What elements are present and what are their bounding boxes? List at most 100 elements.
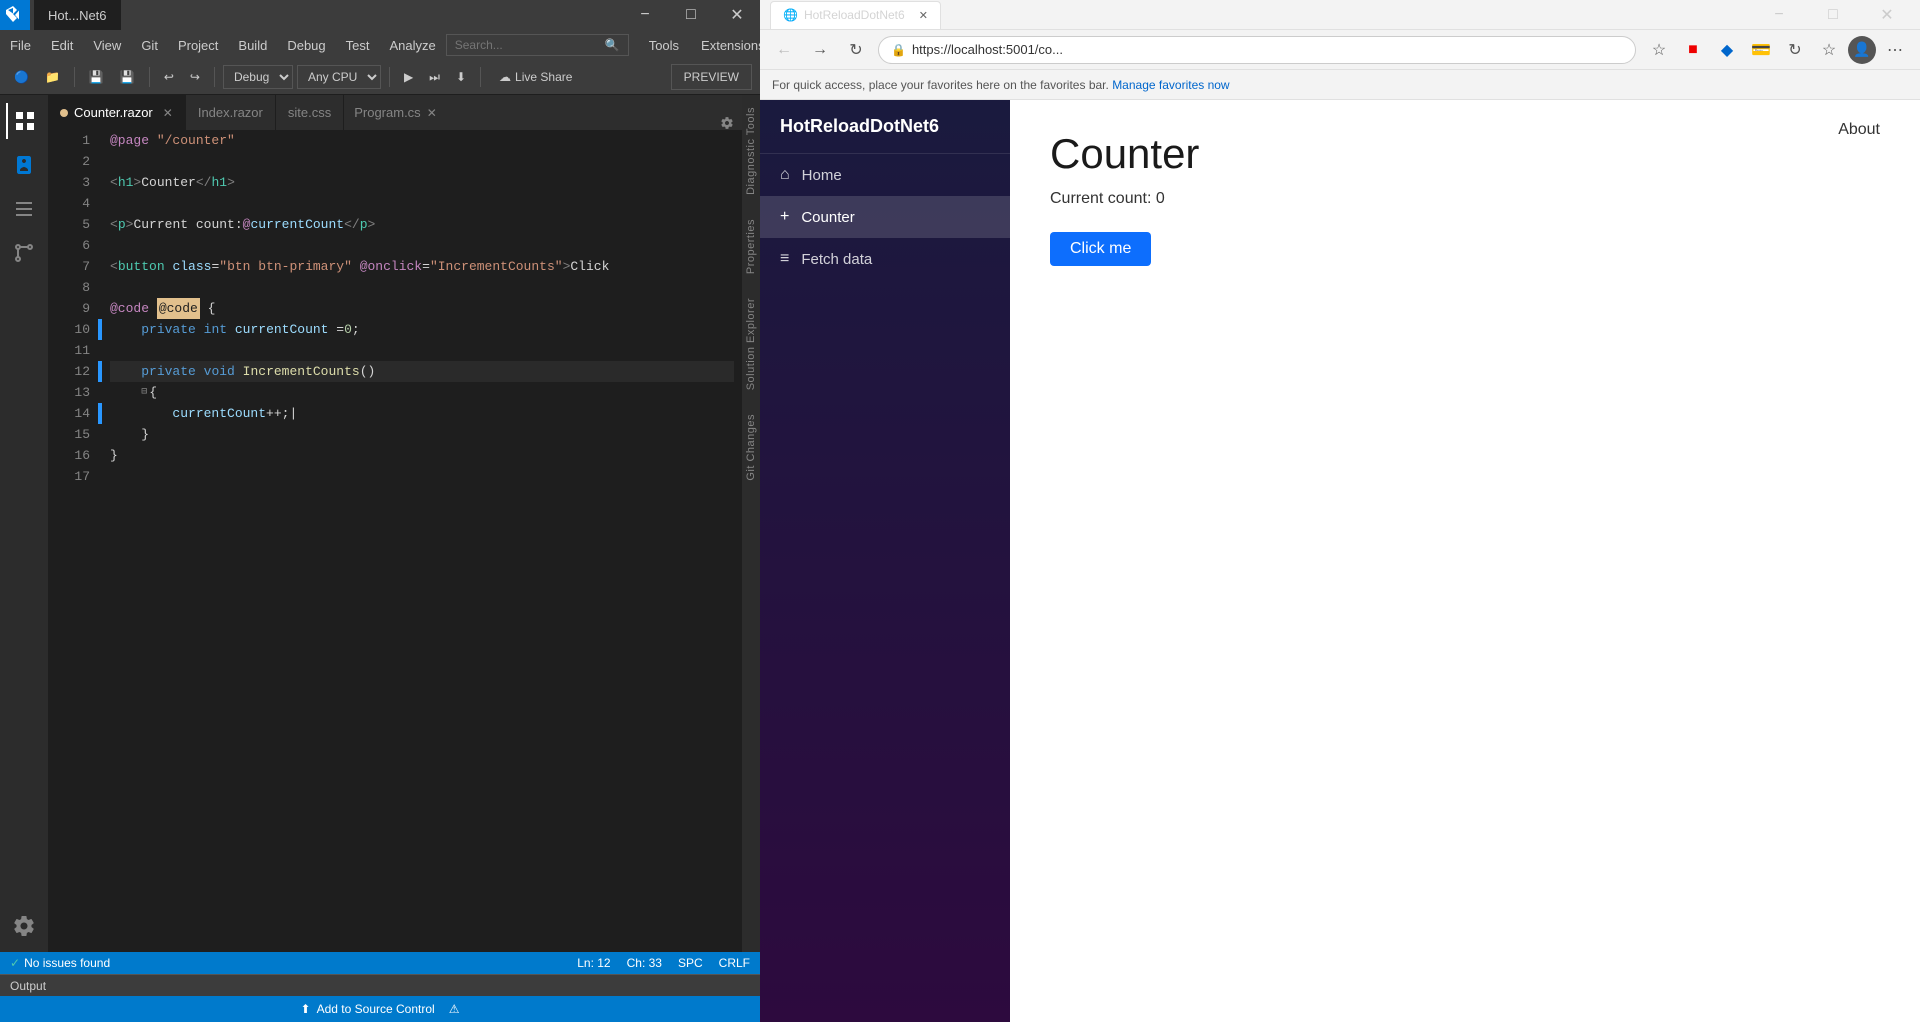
check-icon: ✓ bbox=[10, 956, 20, 970]
tab-label: Index.razor bbox=[198, 105, 263, 120]
browser-active-tab[interactable]: 🌐 HotReloadDotNet6 ✕ bbox=[770, 1, 941, 29]
wallet-button[interactable]: 💳 bbox=[1746, 35, 1776, 65]
save-all-button[interactable]: 💾 bbox=[114, 63, 141, 91]
code-editor[interactable]: 12345 678910 1112131415 1617 bbox=[48, 130, 742, 952]
menu-bar: File Edit View Git Project Build Debug T… bbox=[0, 30, 760, 60]
menu-project[interactable]: Project bbox=[168, 30, 228, 60]
line-number-status: Ln: 12 bbox=[577, 956, 610, 970]
source-control-icon: ⬆ bbox=[301, 1002, 311, 1016]
tab-site-css[interactable]: site.css bbox=[276, 95, 344, 130]
solution-explorer-panel[interactable]: Solution Explorer bbox=[743, 286, 759, 402]
close-tab-counter[interactable]: ✕ bbox=[163, 106, 173, 120]
close-tab-extra[interactable]: ✕ bbox=[427, 106, 437, 120]
toolbar-sep-5 bbox=[480, 67, 481, 87]
activity-extensions[interactable] bbox=[6, 147, 42, 183]
search-input[interactable] bbox=[455, 38, 605, 52]
diagnostic-tools-panel[interactable]: Diagnostic Tools bbox=[743, 95, 759, 207]
vs-minimize-button[interactable]: − bbox=[622, 0, 668, 30]
browser-tab-close[interactable]: ✕ bbox=[919, 9, 928, 22]
code-line-16: } bbox=[110, 445, 734, 466]
code-line-11 bbox=[110, 340, 734, 361]
click-me-button[interactable]: Click me bbox=[1050, 232, 1151, 266]
tab-label: site.css bbox=[288, 105, 331, 120]
search-box[interactable]: 🔍 bbox=[446, 34, 629, 56]
vs-close-button[interactable]: ✕ bbox=[714, 0, 760, 30]
live-share-icon: ☁ bbox=[499, 70, 511, 84]
vs-window-tab[interactable]: Hot...Net6 bbox=[34, 0, 121, 30]
properties-panel[interactable]: Properties bbox=[743, 207, 759, 286]
code-line-4 bbox=[110, 193, 734, 214]
counter-page: Counter Current count: 0 Click me bbox=[1010, 100, 1920, 296]
preview-button[interactable]: PREVIEW bbox=[671, 64, 752, 90]
back-button[interactable]: ← bbox=[770, 36, 798, 64]
nav-fetch-data[interactable]: ≡ Fetch data bbox=[760, 238, 1010, 280]
browser-minimize[interactable]: − bbox=[1756, 0, 1802, 30]
browser-close[interactable]: ✕ bbox=[1864, 0, 1910, 30]
vs-logo bbox=[0, 0, 30, 30]
git-changes-panel[interactable]: Git Changes bbox=[743, 402, 759, 493]
undo-button[interactable]: ↩ bbox=[158, 63, 180, 91]
star-button[interactable]: ☆ bbox=[1644, 35, 1674, 65]
app-sidebar: HotReloadDotNet6 ⌂ Home + Counter ≡ Fetc… bbox=[760, 100, 1010, 1022]
manage-favorites-link[interactable]: Manage favorites now bbox=[1112, 78, 1229, 92]
editor-container: Counter.razor ✕ Index.razor site.css Pro… bbox=[0, 95, 760, 952]
line-ending-status: CRLF bbox=[719, 956, 750, 970]
tab-program-cs[interactable]: Program.cs ✕ bbox=[344, 95, 447, 130]
menu-tools[interactable]: Tools bbox=[639, 30, 689, 60]
tab-settings-button[interactable] bbox=[712, 116, 742, 130]
tab-counter-razor[interactable]: Counter.razor ✕ bbox=[48, 95, 186, 130]
step-over-button[interactable]: ⏭ bbox=[423, 63, 446, 91]
menu-git[interactable]: Git bbox=[131, 30, 168, 60]
browser-maximize[interactable]: □ bbox=[1810, 0, 1856, 30]
vs-title-bar: Hot...Net6 − □ ✕ bbox=[0, 0, 760, 30]
counter-heading: Counter bbox=[1050, 130, 1880, 178]
menu-analyze[interactable]: Analyze bbox=[379, 30, 445, 60]
menu-test[interactable]: Test bbox=[336, 30, 380, 60]
activity-search[interactable] bbox=[6, 191, 42, 227]
output-bar: Output bbox=[0, 974, 760, 996]
activity-git[interactable] bbox=[6, 235, 42, 271]
profile-button[interactable]: 👤 bbox=[1848, 36, 1876, 64]
nav-counter[interactable]: + Counter bbox=[760, 196, 1010, 238]
code-content[interactable]: @page "/counter" <h1> Counter </h1> bbox=[102, 130, 742, 952]
source-control-bar[interactable]: ⬆ Add to Source Control ⚠ bbox=[0, 996, 760, 1022]
vs-maximize-button[interactable]: □ bbox=[668, 0, 714, 30]
toolbar-sep-3 bbox=[214, 67, 215, 87]
edge-wallet-button[interactable]: ◆ bbox=[1712, 35, 1742, 65]
about-link[interactable]: About bbox=[1818, 100, 1900, 160]
activity-settings[interactable] bbox=[6, 908, 42, 944]
no-issues-label: No issues found bbox=[24, 956, 110, 970]
menu-file[interactable]: File bbox=[0, 30, 41, 60]
status-right: Ln: 12 Ch: 33 SPC CRLF bbox=[577, 956, 750, 970]
debug-mode-select[interactable]: Debug bbox=[223, 65, 293, 89]
address-bar[interactable]: 🔒 https://localhost:5001/co... bbox=[878, 36, 1636, 64]
nav-home[interactable]: ⌂ Home bbox=[760, 154, 1010, 196]
cursor: | bbox=[289, 403, 297, 424]
browser-chrome: ← → ↻ 🔒 https://localhost:5001/co... ☆ ■… bbox=[760, 30, 1920, 70]
more-button[interactable]: ⋯ bbox=[1880, 35, 1910, 65]
menu-edit[interactable]: Edit bbox=[41, 30, 83, 60]
redo-button[interactable]: ↪ bbox=[184, 63, 206, 91]
activity-explorer[interactable] bbox=[6, 103, 42, 139]
step-into-button[interactable]: ⬇ bbox=[450, 63, 472, 91]
browser-tab-label: HotReloadDotNet6 bbox=[804, 8, 905, 22]
side-panels-strip: Diagnostic Tools Properties Solution Exp… bbox=[742, 95, 760, 952]
new-file-button[interactable]: 🔵 bbox=[8, 63, 35, 91]
menu-view[interactable]: View bbox=[83, 30, 131, 60]
refresh2-button[interactable]: ↻ bbox=[1780, 35, 1810, 65]
forward-button[interactable]: → bbox=[806, 36, 834, 64]
platform-select[interactable]: Any CPU bbox=[297, 65, 381, 89]
tab-extra-label: Program.cs bbox=[354, 105, 420, 120]
modified-indicator bbox=[60, 109, 68, 117]
open-folder-button[interactable]: 📁 bbox=[39, 63, 66, 91]
save-button[interactable]: 💾 bbox=[83, 63, 110, 91]
code-line-12: private void IncrementCounts () bbox=[110, 361, 734, 382]
bookmark-button[interactable]: ☆ bbox=[1814, 35, 1844, 65]
menu-debug[interactable]: Debug bbox=[277, 30, 335, 60]
collections-button[interactable]: ■ bbox=[1678, 35, 1708, 65]
menu-build[interactable]: Build bbox=[228, 30, 277, 60]
start-button[interactable]: ▶ bbox=[398, 63, 419, 91]
tab-index-razor[interactable]: Index.razor bbox=[186, 95, 276, 130]
refresh-button[interactable]: ↻ bbox=[842, 36, 870, 64]
live-share-button[interactable]: ☁ Live Share bbox=[489, 63, 582, 91]
